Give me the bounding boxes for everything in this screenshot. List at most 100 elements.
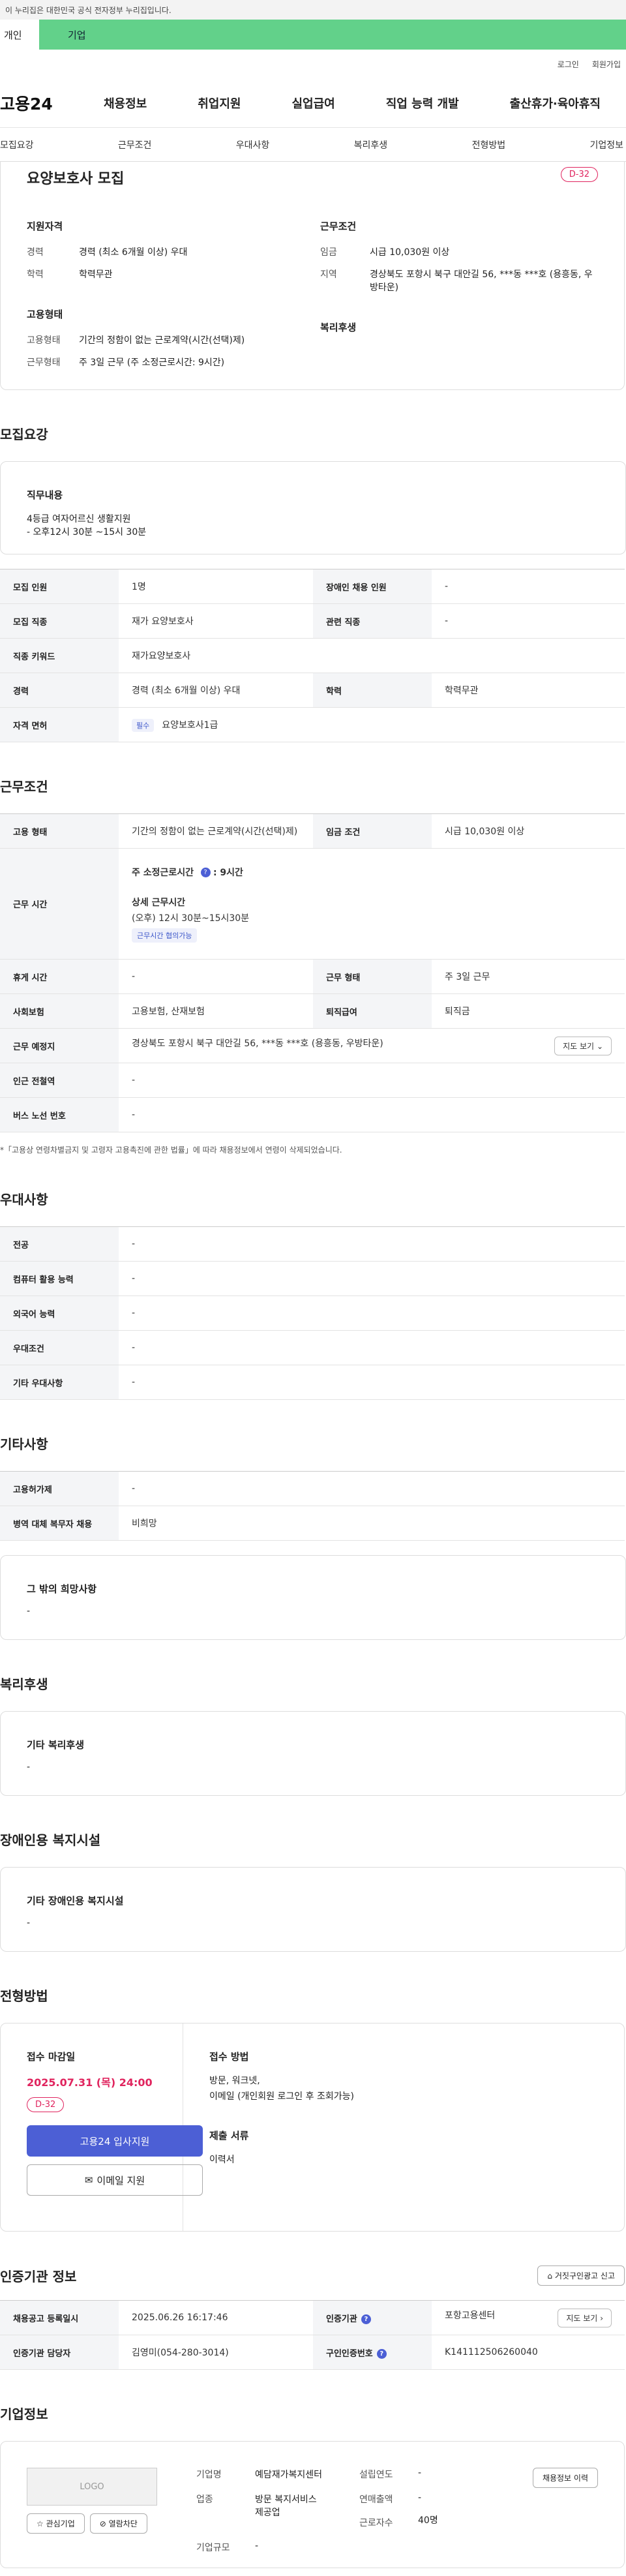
cell-value: 고용보험, 산재보험 bbox=[119, 993, 313, 1029]
value: 경상북도 포항시 북구 대안길 56, ***동 ***호 (용흥동, 우방타운… bbox=[370, 269, 593, 293]
map-button-label: 지도 보기 bbox=[563, 1041, 595, 1051]
label: 지역 bbox=[320, 269, 337, 280]
gnb-job-training[interactable]: 직업 능력 개발 bbox=[386, 95, 459, 112]
report-false-ad-button[interactable]: ⌂ 거짓구인광고 신고 bbox=[537, 2265, 625, 2286]
subnav-company[interactable]: 기업정보 bbox=[589, 138, 623, 151]
value-group: - 40명 bbox=[418, 2493, 496, 2529]
table-row: 근무 예정지 지도 보기 ⌄ 경상북도 포항시 북구 대안길 56, ***동 **… bbox=[0, 1028, 625, 1063]
cell-label: 인증기관? bbox=[313, 2300, 432, 2335]
box-value: - bbox=[27, 1918, 31, 1928]
cell-value: - bbox=[119, 1296, 625, 1331]
apply-button[interactable]: 고용24 입사지원 bbox=[27, 2125, 203, 2157]
user-type-tabs: 개인 기업 bbox=[0, 20, 626, 50]
global-nav: 고용24 채용정보 취업지원 실업급여 직업 능력 개발 출산휴가·육아휴직 bbox=[0, 78, 626, 128]
industry-value: 방문 복지서비스 제공업 bbox=[255, 2493, 359, 2529]
value: - bbox=[418, 2493, 422, 2503]
cell-label: 컴퓨터 활용 능력 bbox=[0, 1261, 119, 1296]
utility-menu: 로그인 회원가입 bbox=[0, 50, 626, 78]
detail-hours-value: (오후) 12시 30분~15시30분 bbox=[132, 913, 250, 924]
info-icon[interactable]: ? bbox=[200, 868, 211, 877]
cell-value: 재가요양보호사 bbox=[119, 638, 625, 673]
cell-label: 버스 노선 번호 bbox=[0, 1097, 119, 1132]
gnb-jobs[interactable]: 채용정보 bbox=[104, 95, 147, 112]
subnav-pref[interactable]: 우대사항 bbox=[236, 138, 270, 151]
login-link[interactable]: 로그인 bbox=[558, 59, 579, 70]
pref-table: 전공 - 컴퓨터 활용 능력 - 외국어 능력 - 우대조건 - 기타 우대사항 - bbox=[0, 1226, 625, 1400]
agency-map-button[interactable]: 지도 보기 › bbox=[558, 2308, 612, 2327]
cell-label: 직종 키워드 bbox=[0, 638, 119, 673]
cell-value: 경력 (최소 6개월 이상) 우대 bbox=[119, 673, 313, 708]
subnav-work[interactable]: 근무조건 bbox=[118, 138, 152, 151]
home-icon: ⌂ bbox=[547, 2271, 553, 2281]
value: 시급 10,030원 이상 bbox=[370, 247, 450, 258]
map-button-label: 지도 보기 bbox=[566, 2313, 598, 2323]
info-icon[interactable]: ? bbox=[376, 2348, 387, 2359]
work-time-detail: 주 소정근로시간 ? : 9시간 상세 근무시간 (오후) 12시 30분~15… bbox=[119, 848, 625, 960]
site-logo[interactable]: 고용24 bbox=[0, 91, 78, 115]
subnav-welfare[interactable]: 복리후생 bbox=[354, 138, 388, 151]
block-view-button[interactable]: ⊘ 열람차단 bbox=[89, 2513, 147, 2534]
company-info-grid: 기업명 예담재가복지센터 설립연도 - 업종 방문 복지서비스 제공업 연매출액 근로자수… bbox=[196, 2468, 496, 2553]
cond-heading: 근무조건 bbox=[320, 220, 357, 232]
email-apply-button[interactable]: ✉ 이메일 지원 bbox=[27, 2164, 203, 2196]
subnav-process[interactable]: 전형방법 bbox=[472, 138, 506, 151]
table-row: 컴퓨터 활용 능력 - bbox=[0, 1261, 625, 1296]
cell-label: 휴게 시간 bbox=[0, 959, 119, 994]
docs-value: 이력서 bbox=[209, 2155, 235, 2165]
cell-label: 사회보험 bbox=[0, 993, 119, 1029]
signup-link[interactable]: 회원가입 bbox=[592, 59, 621, 70]
map-button[interactable]: 지도 보기 ⌄ bbox=[554, 1036, 612, 1055]
chevron-right-icon: › bbox=[600, 2313, 603, 2323]
subnav-recruit[interactable]: 모집요강 bbox=[0, 138, 34, 151]
cell-label: 임금 조건 bbox=[313, 813, 432, 849]
section-title-pref: 우대사항 bbox=[0, 1192, 48, 1207]
gnb-employment-support[interactable]: 취업지원 bbox=[198, 95, 241, 112]
block-label: 열람차단 bbox=[108, 2519, 138, 2528]
industry-line: 방문 복지서비스 bbox=[255, 2494, 317, 2505]
section-nav: 모집요강 근무조건 우대사항 복리후생 전형방법 기업정보 bbox=[0, 128, 626, 162]
cell-value: 지도 보기 ⌄ 경상북도 포항시 북구 대안길 56, ***동 ***호 (용흥… bbox=[119, 1028, 625, 1063]
cell-value: 학력무관 bbox=[432, 673, 625, 708]
agency-label: 인증기관 bbox=[326, 2314, 357, 2324]
welfare-heading: 복리후생 bbox=[320, 322, 357, 333]
job-summary-card: 요양보호사 모집 D-32 지원자격 경력 경력 (최소 6개월 이상) 우대 학… bbox=[0, 162, 625, 390]
report-label: 거짓구인광고 신고 bbox=[554, 2271, 615, 2281]
gnb-unemployment-benefit[interactable]: 실업급여 bbox=[292, 95, 335, 112]
box-heading: 기타 복리후생 bbox=[27, 1739, 85, 1751]
mail-icon: ✉ bbox=[84, 2174, 93, 2186]
label-group: 연매출액 근로자수 bbox=[359, 2493, 418, 2529]
method-heading: 접수 방법 bbox=[209, 2051, 249, 2063]
deadline-value: 2025.07.31 (목) 24:00 bbox=[27, 2076, 153, 2089]
tab-company[interactable]: 기업 bbox=[39, 20, 626, 50]
agency-value: 포항고용센터 bbox=[445, 2310, 496, 2321]
detail-hours-label: 상세 근무시간 bbox=[132, 897, 186, 908]
company-logo: LOGO bbox=[27, 2468, 157, 2506]
company-logo-area: LOGO ☆ 관심기업 ⊘ 열람차단 bbox=[27, 2468, 157, 2541]
gnb-parental-leave[interactable]: 출산휴가·육아휴직 bbox=[510, 95, 601, 112]
method-line: 이메일 (개인회원 로그인 후 조회가능) bbox=[209, 2091, 354, 2102]
cell-value: - bbox=[119, 1097, 625, 1132]
other-wish-box: 그 밖의 희망사항 - bbox=[0, 1555, 626, 1640]
label: 고용형태 bbox=[27, 335, 61, 346]
value: - bbox=[418, 2468, 422, 2478]
value: - bbox=[255, 2541, 259, 2551]
duty-line: - 오후12시 30분 ~15시 30분 bbox=[27, 527, 147, 538]
job-history-button[interactable]: 채용정보 이력 bbox=[532, 2468, 598, 2488]
cell-value: - bbox=[119, 1261, 625, 1296]
tab-personal[interactable]: 개인 bbox=[0, 20, 39, 50]
value: 기간의 정함이 없는 근로계약(시간(선택)제) bbox=[79, 335, 245, 346]
favorite-company-button[interactable]: ☆ 관심기업 bbox=[27, 2513, 85, 2534]
table-row: 모집 인원 1명 장애인 채용 인원 - bbox=[0, 569, 625, 604]
info-icon[interactable]: ? bbox=[361, 2314, 371, 2324]
etc-table: 고용허가제 - 병역 대체 복무자 채용 비희망 bbox=[0, 1471, 625, 1541]
label: 기업명 bbox=[196, 2470, 222, 2480]
cell-label: 인증기관 담당자 bbox=[0, 2335, 119, 2370]
cell-label: 인근 전철역 bbox=[0, 1063, 119, 1098]
deadline-panel: 접수 마감일 2025.07.31 (목) 24:00 D-32 고용24 입사… bbox=[1, 2023, 203, 2231]
required-badge: 필수 bbox=[132, 718, 155, 732]
table-row: 기타 우대사항 - bbox=[0, 1365, 625, 1400]
cell-label: 전공 bbox=[0, 1226, 119, 1262]
label: 임금 bbox=[320, 247, 337, 258]
emp-heading: 고용형태 bbox=[27, 309, 63, 320]
table-row: 병역 대체 복무자 채용 비희망 bbox=[0, 1506, 625, 1541]
